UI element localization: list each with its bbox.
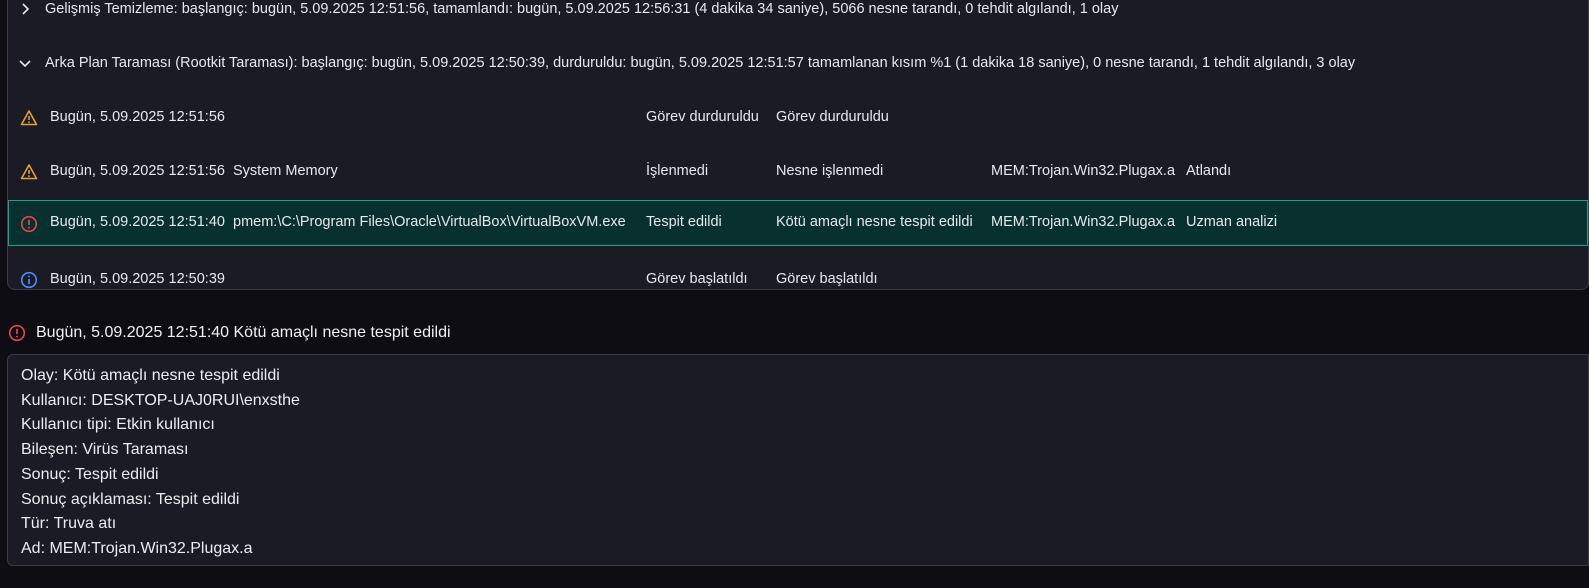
event-description: Nesne işlenmedi (776, 163, 884, 179)
detail-line-name: Ad: MEM:Trojan.Win32.Plugax.a (21, 539, 253, 557)
event-result: İşlenmedi (646, 163, 709, 179)
event-time: Bugün, 5.09.2025 12:50:39 (50, 271, 225, 287)
event-description: Görev başlatıldı (776, 271, 878, 287)
warning-icon (20, 164, 38, 180)
detail-line-user-type: Kullanıcı tipi: Etkin kullanıcı (21, 416, 215, 434)
event-row[interactable]: Bugün, 5.09.2025 12:51:56 Görev durdurul… (8, 94, 1588, 140)
event-result: Tespit edildi (646, 214, 722, 230)
group-label: Gelişmiş Temizleme: başlangıç: bugün, 5.… (45, 1, 1119, 17)
event-row[interactable]: Bugün, 5.09.2025 12:51:56 System Memory … (8, 148, 1588, 194)
detail-line-user: Kullanıcı: DESKTOP-UAJ0RUI\enxsthe (21, 391, 300, 409)
detail-line-type: Tür: Truva atı (21, 515, 117, 533)
event-action: Uzman analizi (1186, 214, 1278, 230)
info-icon (20, 271, 38, 289)
event-time: Bugün, 5.09.2025 12:51:40 (50, 214, 225, 230)
event-result: Görev durduruldu (646, 109, 759, 125)
event-action: Atlandı (1186, 163, 1232, 179)
event-description: Görev durduruldu (776, 109, 889, 125)
chevron-down-icon[interactable] (18, 56, 32, 70)
event-row[interactable]: Bugün, 5.09.2025 12:50:39 Görev başlatıl… (8, 256, 1588, 289)
event-detail-box[interactable]: Olay: Kötü amaçlı nesne tespit edildi Ku… (7, 354, 1589, 566)
event-object: pmem:\C:\Program Files\Oracle\VirtualBox… (233, 214, 626, 230)
event-detection: MEM:Trojan.Win32.Plugax.a (991, 163, 1176, 179)
warning-icon (20, 110, 38, 126)
detail-title: Bugün, 5.09.2025 12:51:40 Kötü amaçlı ne… (36, 324, 451, 341)
event-row-selected[interactable]: Bugün, 5.09.2025 12:51:40 pmem:\C:\Progr… (8, 200, 1588, 246)
event-result: Görev başlatıldı (646, 271, 748, 287)
detail-line-component: Bileşen: Virüs Taraması (21, 441, 189, 459)
detail-header: Bugün, 5.09.2025 12:51:40 Kötü amaçlı ne… (8, 320, 451, 346)
detail-line-result-description: Sonuç açıklaması: Tespit edildi (21, 490, 240, 508)
detail-line-event: Olay: Kötü amaçlı nesne tespit edildi (21, 367, 280, 384)
group-row-advanced-disinfection[interactable]: Gelişmiş Temizleme: başlangıç: bugün, 5.… (8, 0, 1588, 24)
event-object: System Memory (233, 163, 338, 179)
detail-line-result: Sonuç: Tespit edildi (21, 465, 159, 483)
event-detection: MEM:Trojan.Win32.Plugax.a (991, 214, 1176, 230)
event-time: Bugün, 5.09.2025 12:51:56 (50, 163, 225, 179)
error-icon (20, 215, 38, 233)
group-row-background-scan[interactable]: Arka Plan Taraması (Rootkit Taraması): b… (8, 48, 1588, 78)
group-label: Arka Plan Taraması (Rootkit Taraması): b… (45, 55, 1356, 71)
error-icon (8, 324, 26, 342)
events-panel: Gelişmiş Temizleme: başlangıç: bugün, 5.… (7, 0, 1589, 290)
chevron-right-icon[interactable] (18, 2, 32, 16)
event-time: Bugün, 5.09.2025 12:51:56 (50, 109, 225, 125)
event-description: Kötü amaçlı nesne tespit edildi (776, 214, 973, 230)
